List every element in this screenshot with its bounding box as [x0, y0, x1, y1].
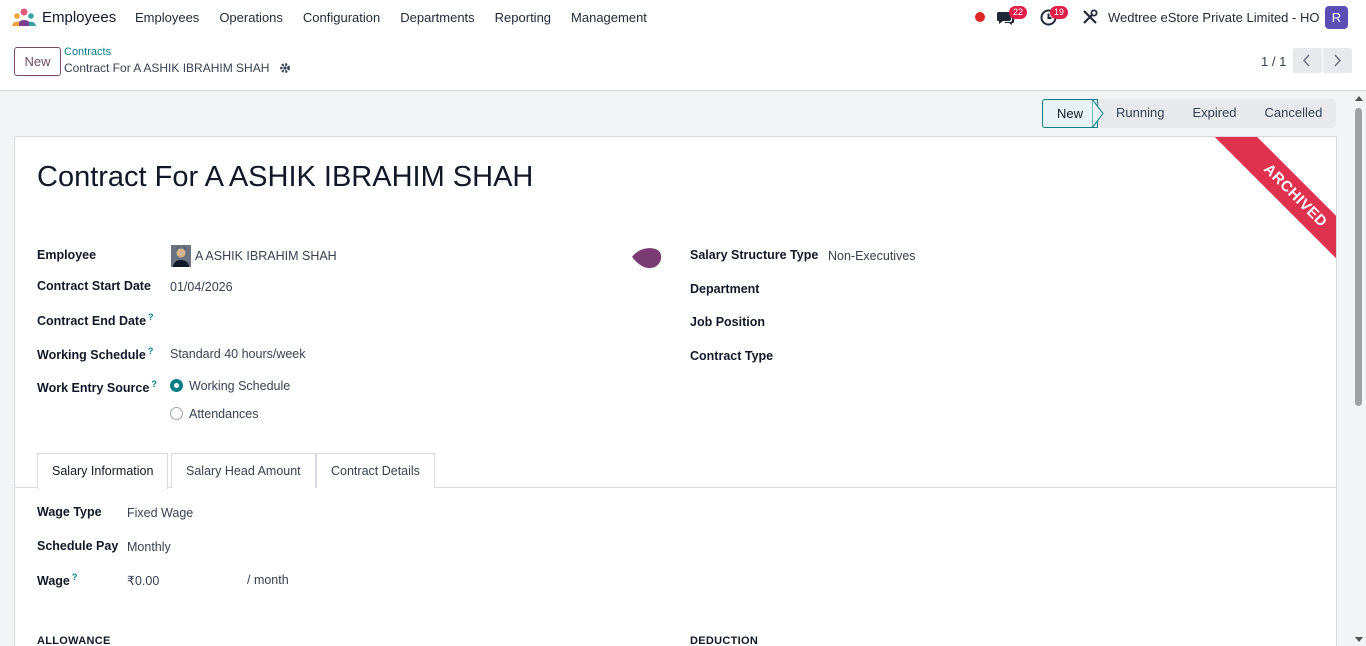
recording-indicator[interactable]	[975, 12, 985, 22]
activities-badge: 19	[1050, 6, 1069, 19]
color-picker-blob[interactable]	[631, 245, 663, 271]
help-tooltip-icon[interactable]: ?	[72, 572, 78, 582]
contract-title[interactable]: Contract For A ASHIK IBRAHIM SHAH	[37, 161, 533, 194]
working-schedule-field[interactable]: Standard 40 hours/week	[170, 347, 306, 361]
pager-previous-button[interactable]	[1293, 48, 1322, 73]
company-switcher[interactable]: Wedtree eStore Private Limited - HO	[1108, 10, 1319, 25]
contract-end-label: Contract End Date?	[37, 312, 154, 329]
radio-working-schedule[interactable]	[170, 379, 183, 392]
new-record-button[interactable]: New	[14, 47, 61, 76]
menu-management[interactable]: Management	[561, 0, 657, 35]
radio-attendances-label[interactable]: Attendances	[189, 407, 259, 421]
employee-label: Employee	[37, 248, 97, 262]
menu-employees[interactable]: Employees	[125, 0, 209, 35]
scroll-up-arrow[interactable]	[1355, 96, 1363, 101]
notebook-tabs: Salary Information Salary Head Amount Co…	[15, 453, 1336, 489]
employees-app-icon[interactable]	[12, 8, 36, 26]
control-panel: New Contracts Contract For A ASHIK IBRAH…	[0, 35, 1366, 91]
scroll-thumb[interactable]	[1355, 108, 1362, 406]
job-position-label: Job Position	[690, 315, 765, 329]
chevron-right-icon	[1334, 54, 1342, 67]
wage-type-label: Wage Type	[37, 505, 102, 519]
breadcrumb-contracts[interactable]: Contracts	[64, 46, 111, 58]
messages-badge: 22	[1009, 6, 1028, 19]
help-tooltip-icon[interactable]: ?	[151, 379, 157, 389]
scroll-down-arrow[interactable]	[1355, 637, 1363, 642]
pager-value[interactable]: 1 / 1	[1261, 54, 1286, 69]
contract-start-label: Contract Start Date	[37, 279, 151, 293]
allowance-section-title: ALLOWANCE	[37, 635, 111, 646]
employee-avatar	[171, 245, 191, 267]
tab-contract-details[interactable]: Contract Details	[316, 453, 435, 488]
stage-cancelled[interactable]: Cancelled	[1250, 99, 1337, 128]
stage-new[interactable]: New	[1042, 99, 1099, 128]
help-tooltip-icon[interactable]: ?	[148, 312, 154, 322]
tab-salary-information[interactable]: Salary Information	[37, 453, 169, 489]
working-schedule-label: Working Schedule?	[37, 346, 154, 363]
wage-unit: / month	[247, 573, 289, 587]
stage-arrow	[1092, 99, 1104, 128]
wage-type-field[interactable]: Fixed Wage	[127, 506, 193, 520]
salary-structure-type-field[interactable]: Non-Executives	[828, 249, 916, 263]
department-label: Department	[690, 282, 760, 296]
schedule-pay-field[interactable]: Monthly	[127, 540, 171, 554]
stage-running[interactable]: Running	[1098, 99, 1179, 128]
stage-expired[interactable]: Expired	[1178, 99, 1251, 128]
top-navbar: Employees Employees Operations Configura…	[0, 0, 1366, 35]
contract-status-bar: New Running Expired Cancelled	[1042, 99, 1337, 128]
user-avatar[interactable]: R	[1325, 6, 1348, 29]
radio-working-schedule-label[interactable]: Working Schedule	[189, 379, 290, 393]
debug-tools-icon[interactable]	[1082, 9, 1098, 25]
archived-ribbon: ARCHIVED	[1199, 137, 1336, 292]
chevron-left-icon	[1302, 54, 1310, 67]
breadcrumb-current: Contract For A ASHIK IBRAHIM SHAH	[64, 61, 270, 75]
page-scrollbar[interactable]	[1352, 92, 1366, 646]
radio-attendances[interactable]	[170, 407, 183, 420]
salary-structure-type-label: Salary Structure Type	[690, 248, 819, 262]
menu-departments[interactable]: Departments	[390, 0, 484, 35]
employee-field[interactable]: A ASHIK IBRAHIM SHAH	[195, 249, 337, 263]
app-name[interactable]: Employees	[42, 9, 116, 26]
menu-operations[interactable]: Operations	[209, 0, 293, 35]
menu-reporting[interactable]: Reporting	[485, 0, 561, 35]
menu-configuration[interactable]: Configuration	[293, 0, 390, 35]
wage-field[interactable]: ₹0.00	[127, 573, 159, 588]
gear-icon[interactable]	[279, 62, 291, 74]
wage-label: Wage?	[37, 572, 78, 589]
help-tooltip-icon[interactable]: ?	[148, 346, 154, 356]
form-sheet: Contract For A ASHIK IBRAHIM SHAH ARCHIV…	[14, 136, 1337, 646]
main-menu: Employees Operations Configuration Depar…	[125, 0, 657, 35]
pager-next-button[interactable]	[1323, 48, 1352, 73]
contract-start-field[interactable]: 01/04/2026	[170, 280, 233, 294]
tab-salary-head-amount[interactable]: Salary Head Amount	[171, 453, 316, 488]
deduction-section-title: DEDUCTION	[690, 635, 759, 646]
contract-type-label: Contract Type	[690, 349, 774, 363]
work-entry-source-label: Work Entry Source?	[37, 379, 157, 396]
schedule-pay-label: Schedule Pay	[37, 539, 119, 553]
